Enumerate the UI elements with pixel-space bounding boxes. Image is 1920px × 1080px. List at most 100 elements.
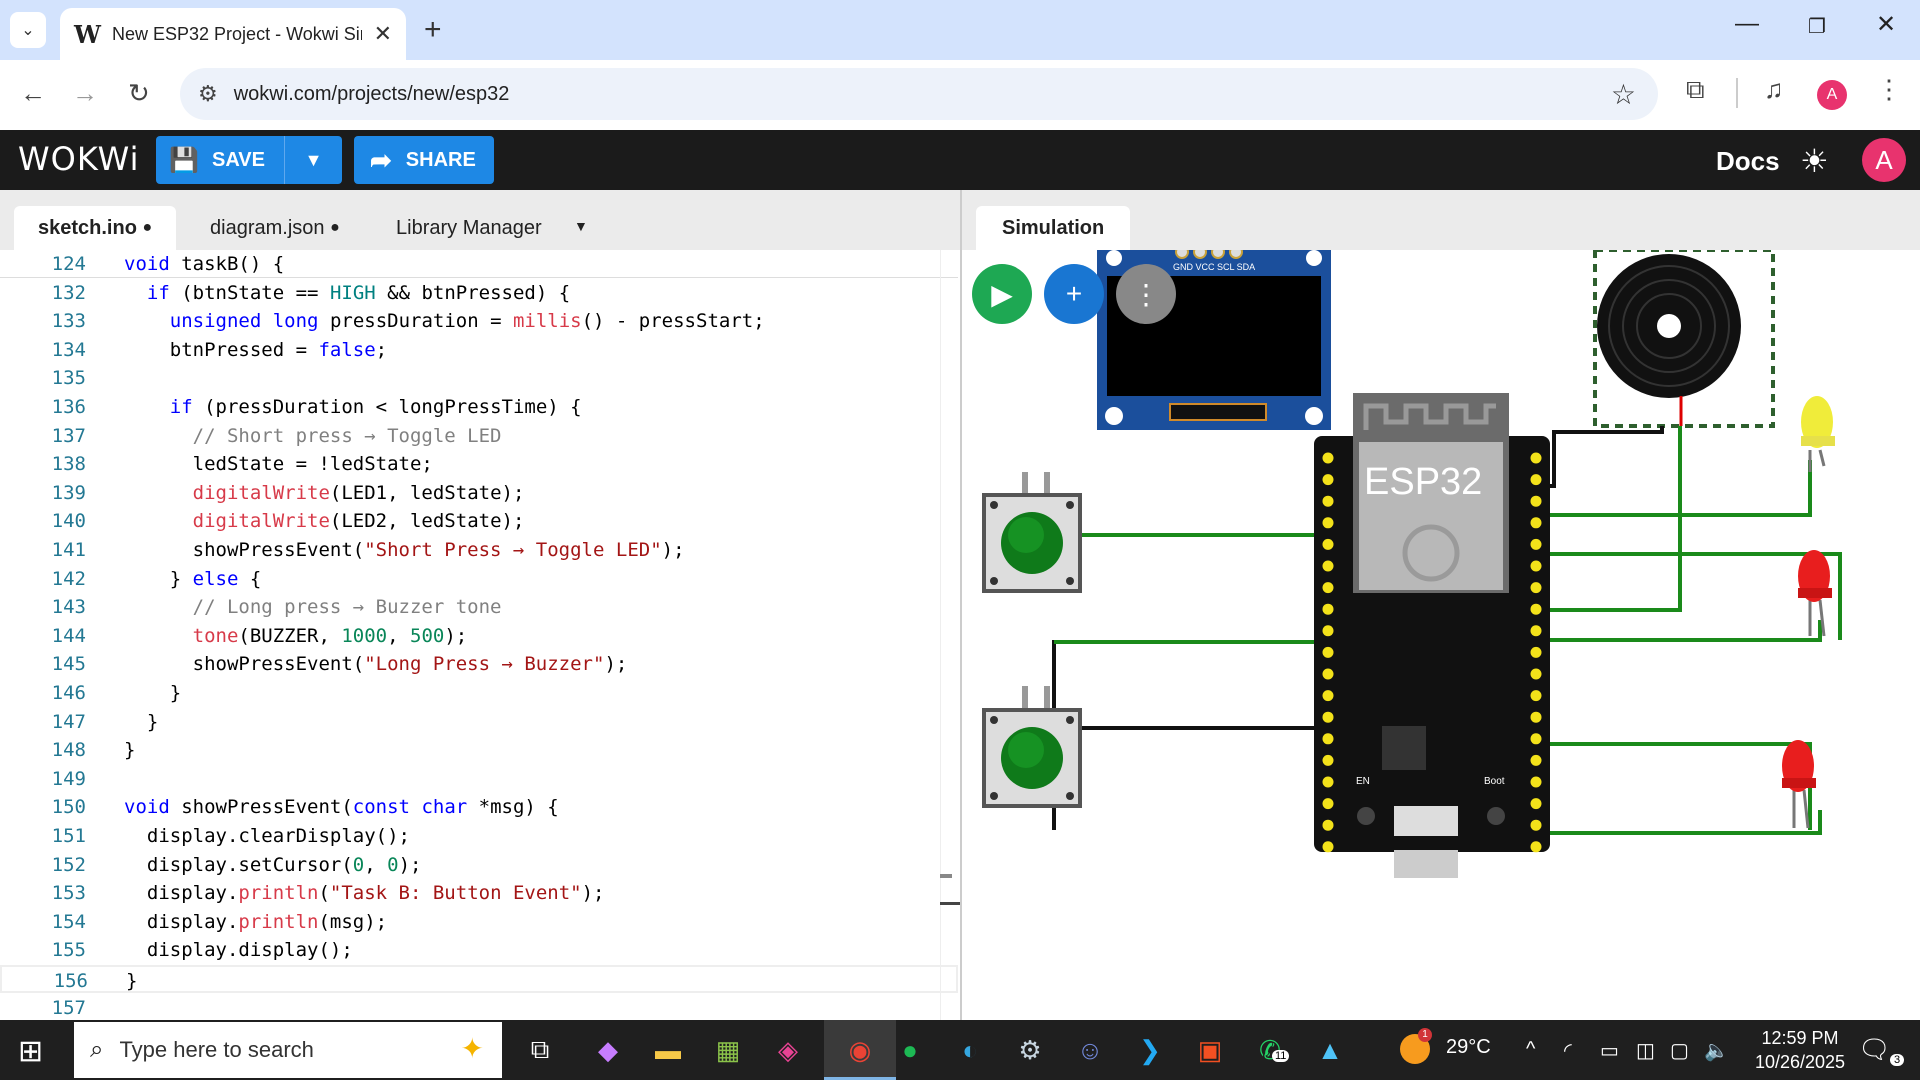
back-button[interactable]: ←	[20, 78, 46, 109]
code-line[interactable]: 145 showPressEvent("Long Press → Buzzer"…	[0, 650, 958, 678]
esp32-pin[interactable]	[1322, 733, 1334, 745]
save-options-dropdown[interactable]: ▼	[284, 136, 342, 184]
edge-icon[interactable]: ◐	[950, 1030, 990, 1070]
restore-button[interactable]: ❐	[1797, 14, 1837, 39]
esp32-board[interactable]: ESP32 EN Boot	[1314, 393, 1550, 878]
esp32-pin[interactable]	[1322, 538, 1334, 550]
user-avatar[interactable]: A	[1862, 138, 1906, 182]
code-line[interactable]: 136 if (pressDuration < longPressTime) {	[0, 393, 958, 421]
extensions-icon[interactable]: ⧉	[1686, 74, 1705, 106]
esp32-pin[interactable]	[1322, 798, 1334, 810]
code-line[interactable]: 135	[0, 364, 958, 392]
code-line[interactable]: 143 // Long press → Buzzer tone	[0, 593, 958, 621]
windows-start-icon[interactable]: ⊞	[18, 1034, 43, 1069]
code-line[interactable]: 133 unsigned long pressDuration = millis…	[0, 307, 958, 335]
tab-sketch-ino[interactable]: sketch.ino ●	[14, 206, 177, 250]
esp32-pin[interactable]	[1530, 582, 1542, 594]
simulation-canvas[interactable]: GND VCC SCL SDA ESP32 EN Boot	[962, 250, 1920, 1020]
vscode-icon[interactable]: ❯	[1130, 1030, 1170, 1070]
code-line[interactable]: 132 if (btnState == HIGH && btnPressed) …	[0, 279, 958, 307]
code-line[interactable]: 139 digitalWrite(LED1, ledState);	[0, 479, 958, 507]
esp32-pin[interactable]	[1530, 625, 1542, 637]
code-line[interactable]: 151 display.clearDisplay();	[0, 822, 958, 850]
esp32-pin[interactable]	[1530, 495, 1542, 507]
code-line[interactable]: 147 }	[0, 708, 958, 736]
tray-overflow-chevron-icon[interactable]: ^	[1526, 1038, 1535, 1061]
meet-now-icon[interactable]: ◫	[1636, 1038, 1655, 1063]
network-icon[interactable]: ◜	[1564, 1038, 1572, 1063]
code-line[interactable]: 141 showPressEvent("Short Press → Toggle…	[0, 536, 958, 564]
esp32-pin[interactable]	[1530, 798, 1542, 810]
esp32-pin[interactable]	[1530, 538, 1542, 550]
start-simulation-button[interactable]: ▶	[972, 264, 1032, 324]
spotify-icon[interactable]: ●	[890, 1030, 930, 1070]
esp32-pin[interactable]	[1530, 452, 1542, 464]
esp32-pin[interactable]	[1530, 841, 1542, 853]
system-clock[interactable]: 12:59 PM 10/26/2025	[1740, 1026, 1860, 1074]
more-options-button[interactable]: ⋮	[1116, 264, 1176, 324]
esp32-pin[interactable]	[1322, 495, 1334, 507]
esp32-pin[interactable]	[1322, 711, 1334, 723]
address-bar[interactable]: ⚙ wokwi.com/projects/new/esp32 ☆	[180, 68, 1658, 120]
led-red-1[interactable]	[1798, 550, 1832, 637]
code-line[interactable]: 154 display.println(msg);	[0, 908, 958, 936]
esp32-pin[interactable]	[1530, 603, 1542, 615]
esp32-pin[interactable]	[1322, 841, 1334, 853]
bookmark-star-icon[interactable]: ☆	[1611, 78, 1636, 111]
esp32-pin[interactable]	[1322, 603, 1334, 615]
buzzer[interactable]	[1597, 254, 1741, 426]
code-line[interactable]: 149	[0, 765, 958, 793]
reload-button[interactable]: ↻	[128, 78, 150, 109]
esp32-pin[interactable]	[1530, 474, 1542, 486]
code-line[interactable]: 153 display.println("Task B: Button Even…	[0, 879, 958, 907]
push-button-2[interactable]	[982, 686, 1082, 808]
taskbar-search-box[interactable]: ⌕ Type here to search ✦	[74, 1022, 502, 1078]
esp32-pin[interactable]	[1322, 625, 1334, 637]
code-line[interactable]: 137 // Short press → Toggle LED	[0, 422, 958, 450]
task-view-icon[interactable]: ⧉	[520, 1030, 560, 1070]
code-line[interactable]: 152 display.setCursor(0, 0);	[0, 851, 958, 879]
docs-link[interactable]: Docs	[1716, 146, 1780, 177]
steam-icon[interactable]: ⚙	[1010, 1030, 1050, 1070]
copilot-icon[interactable]: ◆	[588, 1030, 628, 1070]
code-line[interactable]: 155 display.display();	[0, 936, 958, 964]
forward-button[interactable]: →	[72, 78, 98, 109]
new-tab-button[interactable]: +	[424, 12, 442, 48]
led-yellow[interactable]	[1801, 396, 1835, 472]
tab-search-button[interactable]: ⌄	[10, 12, 46, 48]
more-tabs-caret-icon[interactable]: ▼	[574, 218, 588, 234]
esp32-pin[interactable]	[1530, 754, 1542, 766]
esp32-pin[interactable]	[1530, 819, 1542, 831]
photos-icon[interactable]: ▲	[1310, 1030, 1350, 1070]
browser-menu-icon[interactable]: ⋮	[1876, 74, 1902, 105]
tab-simulation[interactable]: Simulation	[976, 206, 1131, 250]
esp32-pin[interactable]	[1530, 711, 1542, 723]
esp32-pin[interactable]	[1530, 776, 1542, 788]
esp32-pin[interactable]	[1322, 754, 1334, 766]
push-button-1[interactable]	[982, 472, 1082, 593]
esp32-pin[interactable]	[1530, 517, 1542, 529]
share-button[interactable]: ➦ SHARE	[354, 136, 494, 184]
file-explorer-icon[interactable]: ▬	[648, 1030, 688, 1070]
tab-close-icon[interactable]: ✕	[374, 21, 392, 47]
add-part-button[interactable]: +	[1044, 264, 1104, 324]
esp32-pin[interactable]	[1322, 776, 1334, 788]
weather-temperature[interactable]: 29°C	[1446, 1036, 1491, 1059]
code-line[interactable]: 157	[0, 994, 958, 1022]
code-area[interactable]: 124 void taskB() {132 if (btnState == HIG…	[0, 250, 960, 1020]
microsoft-365-icon[interactable]: ◈	[768, 1030, 808, 1070]
esp32-pin[interactable]	[1322, 646, 1334, 658]
battery-icon[interactable]: ▭	[1600, 1038, 1619, 1063]
chrome-icon[interactable]: ◉	[840, 1030, 880, 1070]
esp32-pin[interactable]	[1530, 560, 1542, 572]
volume-icon[interactable]: 🔈	[1704, 1038, 1729, 1063]
esp32-pin[interactable]	[1322, 582, 1334, 594]
code-line[interactable]: 124 void taskB() {	[0, 250, 958, 278]
minimize-button[interactable]: —	[1727, 10, 1767, 38]
esp32-pin[interactable]	[1322, 560, 1334, 572]
esp32-pin[interactable]	[1530, 733, 1542, 745]
microsoft-store-icon[interactable]: ▣	[1190, 1030, 1230, 1070]
esp32-pin[interactable]	[1530, 668, 1542, 680]
code-line[interactable]: 142 } else {	[0, 565, 958, 593]
close-window-button[interactable]: ✕	[1866, 10, 1906, 39]
